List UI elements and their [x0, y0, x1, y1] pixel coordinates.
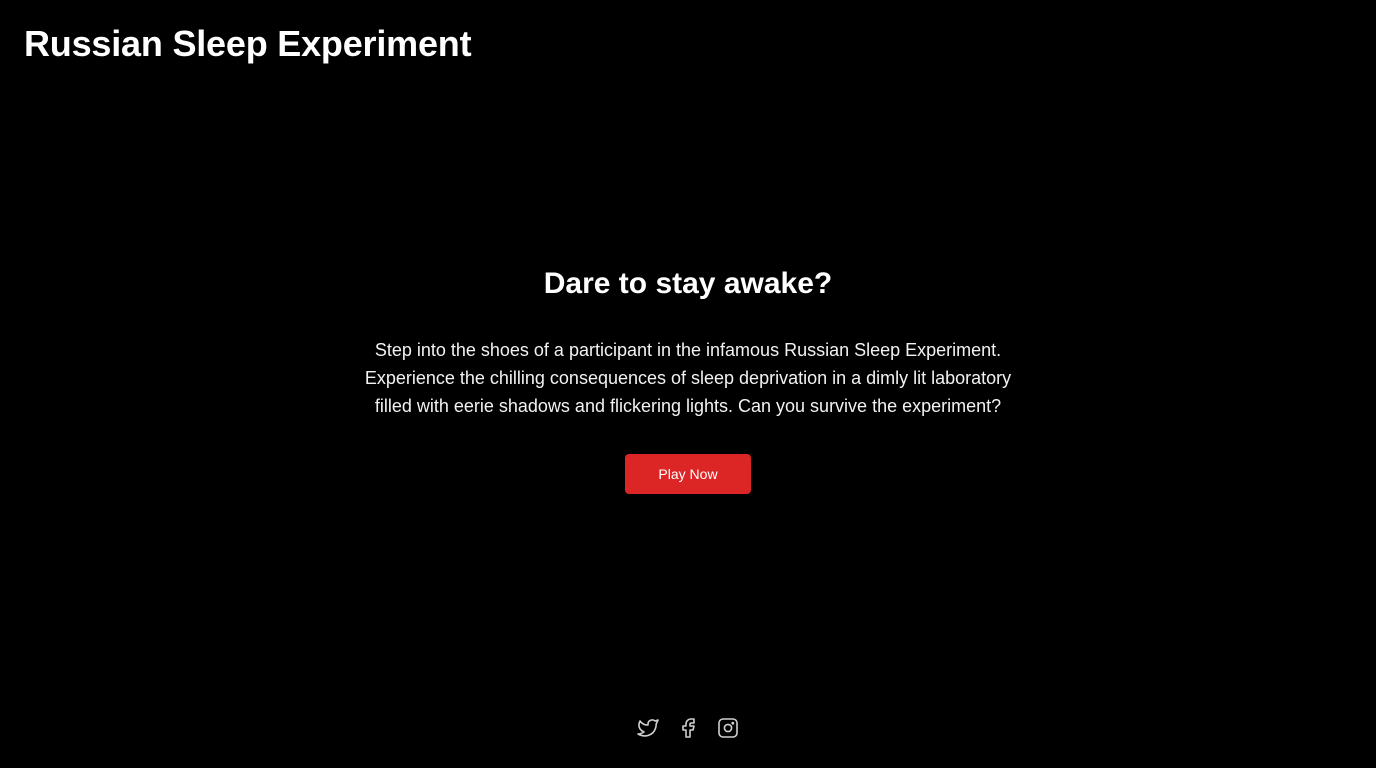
social-links	[0, 716, 1376, 740]
instagram-icon[interactable]	[716, 716, 740, 740]
site-title: Russian Sleep Experiment	[24, 23, 472, 64]
facebook-icon[interactable]	[676, 716, 700, 740]
play-now-button[interactable]: Play Now	[625, 454, 751, 494]
hero-description: Step into the shoes of a participant in …	[364, 340, 1012, 416]
twitter-icon[interactable]	[636, 716, 660, 740]
hero-section: Dare to stay awake? Step into the shoes …	[0, 264, 1376, 494]
site-header: Russian Sleep Experiment	[24, 22, 472, 66]
hero-heading: Dare to stay awake?	[543, 267, 833, 300]
page: Russian Sleep Experiment Dare to stay aw…	[0, 0, 1376, 768]
